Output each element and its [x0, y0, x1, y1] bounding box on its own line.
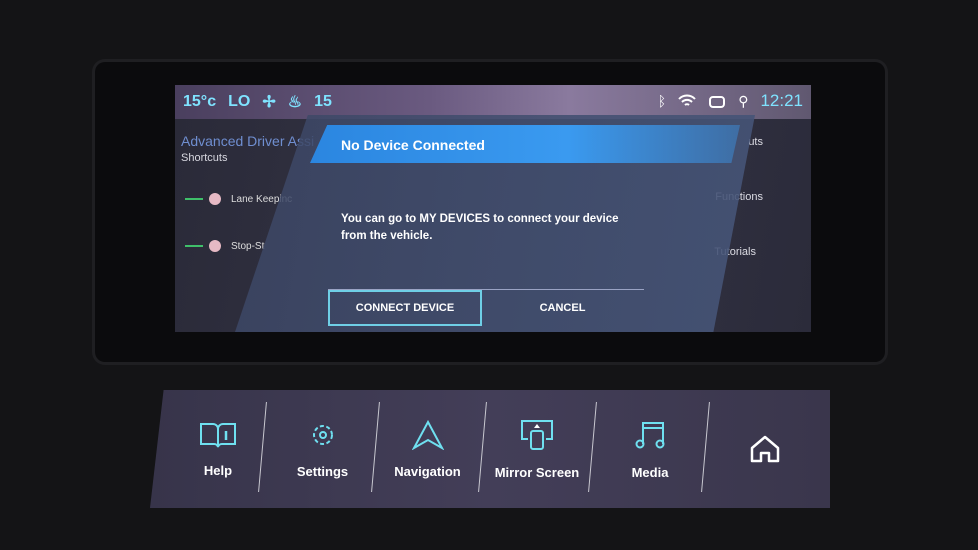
status-bar: 15°c LO ✢ ♨ 15 ᛒ ⚲ 12:21	[175, 85, 811, 119]
dock-help[interactable]: Help	[168, 390, 268, 508]
dock-media[interactable]: Media	[594, 390, 706, 508]
mirror-screen-icon	[521, 419, 553, 450]
dock-label: Help	[203, 462, 233, 478]
toggle-knob[interactable]	[209, 193, 221, 205]
fan-level[interactable]: LO	[228, 93, 250, 111]
navigation-arrow-icon	[411, 419, 444, 450]
music-note-icon	[635, 421, 665, 448]
location-icon: ⚲	[738, 92, 749, 109]
seat-heat-icon[interactable]: ♨	[288, 92, 302, 112]
help-book-icon	[200, 422, 236, 447]
shortcut-dock: Help Settings Navigation Mirror Screen M…	[150, 390, 830, 508]
main-screen: 15°c LO ✢ ♨ 15 ᛒ ⚲ 12:21 Advanced Driver…	[175, 85, 811, 332]
toggle-label: Stop-St	[231, 240, 265, 252]
toggle-knob[interactable]	[209, 240, 221, 252]
adas-car-icon	[709, 96, 726, 108]
gear-icon	[312, 424, 333, 445]
dock-navigation[interactable]: Navigation	[375, 390, 480, 508]
dock-label: Media	[631, 464, 669, 480]
dock-label: Mirror Screen	[494, 464, 580, 480]
cancel-button[interactable]: CANCEL	[485, 290, 640, 326]
dock-label: Navigation	[394, 463, 461, 479]
bluetooth-icon: ᛒ	[657, 93, 667, 109]
page-subtitle: Shortcuts	[181, 152, 228, 164]
home-icon	[750, 435, 780, 463]
dock-label: Settings	[296, 463, 349, 479]
connect-device-button[interactable]: CONNECT DEVICE	[328, 290, 482, 326]
page-title: Advanced Driver Assi	[181, 133, 315, 149]
fan-icon[interactable]: ✢	[262, 92, 275, 112]
toggle-lane-keeping[interactable]: Lane Keepinc	[185, 193, 292, 205]
wifi-icon	[678, 94, 696, 106]
dock-home[interactable]	[710, 390, 820, 508]
toggle-stop-start[interactable]: Stop-St	[185, 240, 264, 252]
dock-mirror-screen[interactable]: Mirror Screen	[482, 390, 592, 508]
dialog-message: You can go to MY DEVICES to connect your…	[341, 213, 619, 242]
temperature[interactable]: 15°c	[183, 93, 216, 111]
dialog-title: No Device Connected	[341, 137, 485, 153]
dock-settings[interactable]: Settings	[270, 390, 375, 508]
seat-level[interactable]: 15	[314, 93, 332, 111]
clock: 12:21	[760, 91, 803, 110]
